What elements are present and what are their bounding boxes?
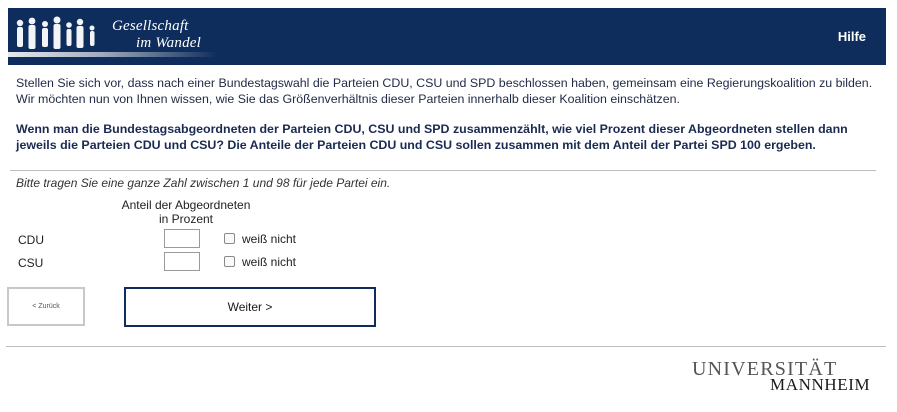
- party-label-cdu: CDU: [18, 233, 44, 247]
- university-logo-line-2: MANNHEIM: [770, 375, 871, 394]
- next-button[interactable]: Weiter >: [124, 287, 376, 327]
- csu-percent-input[interactable]: [164, 252, 200, 271]
- party-row-csu: CSU weiß nicht: [16, 252, 336, 274]
- cdu-percent-input[interactable]: [164, 229, 200, 248]
- cdu-dont-know-label[interactable]: weiß nicht: [242, 232, 296, 246]
- instruction-text: Bitte tragen Sie eine ganze Zahl zwische…: [16, 176, 391, 190]
- column-header: Anteil der Abgeordneten in Prozent: [112, 198, 260, 226]
- university-logo: UNIVERSITÄT MANNHEIM: [692, 358, 877, 398]
- logo-title: Gesellschaft im Wandel: [112, 18, 201, 52]
- logo-line-1: Gesellschaft: [112, 18, 189, 34]
- divider: [10, 170, 876, 171]
- logo-line-2: im Wandel: [136, 35, 201, 51]
- help-link[interactable]: Hilfe: [838, 29, 866, 44]
- cdu-dont-know-checkbox[interactable]: [224, 233, 235, 244]
- back-button[interactable]: < Zurück: [7, 287, 85, 326]
- csu-dont-know-label[interactable]: weiß nicht: [242, 255, 296, 269]
- intro-text: Stellen Sie sich vor, dass nach einer Bu…: [16, 76, 873, 106]
- question-text: Wenn man die Bundestagsabgeordneten der …: [16, 122, 848, 152]
- column-header-line-2: in Prozent: [158, 212, 214, 226]
- footer-divider: [6, 346, 886, 347]
- party-row-cdu: CDU weiß nicht: [16, 229, 336, 251]
- party-label-csu: CSU: [18, 256, 44, 270]
- header-banner: Gesellschaft im Wandel Hilfe: [8, 8, 886, 65]
- csu-dont-know-checkbox[interactable]: [224, 256, 235, 267]
- column-header-line-1: Anteil der Abgeordneten: [121, 198, 251, 212]
